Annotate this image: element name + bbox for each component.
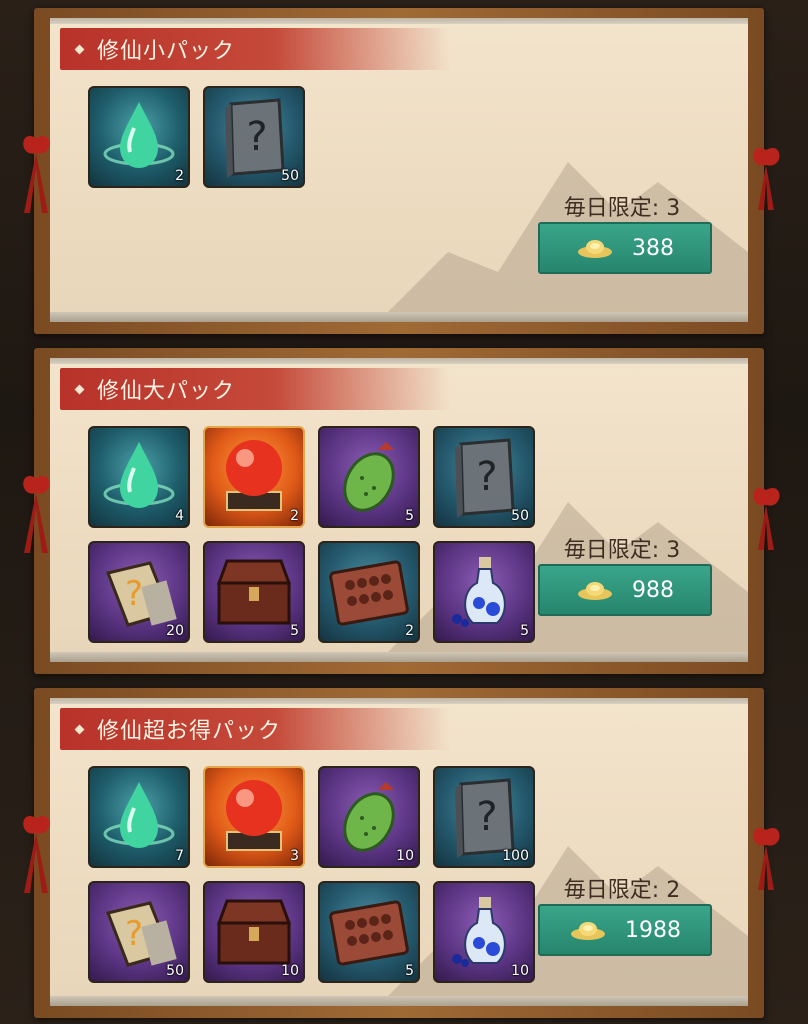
item-count: 2: [405, 623, 414, 639]
reward-item-slot[interactable]: 7: [88, 766, 190, 868]
reward-item-slot[interactable]: ? 20: [88, 541, 190, 643]
ribbon-knot-icon: [23, 475, 50, 553]
daily-limit-label: 毎日限定: 3: [563, 538, 681, 563]
buy-button[interactable]: 388: [538, 222, 712, 274]
daily-limit-label: 毎日限定: 2: [563, 878, 681, 903]
ribbon-knot-icon: [753, 147, 780, 210]
price-label: 388: [632, 235, 674, 261]
reward-item-slot[interactable]: 2: [203, 426, 305, 528]
gold-ingot-icon: [578, 240, 612, 258]
item-count: 3: [290, 848, 299, 864]
pack-title: 修仙小パック: [97, 39, 236, 64]
item-count: 2: [290, 508, 299, 524]
item-count: 5: [405, 963, 414, 979]
pack-paper: 修仙大パック 4 2 5? 50? 20 5 2 5 毎日限定: 3 988: [50, 358, 748, 662]
item-count: 50: [166, 963, 184, 979]
pack-panel-small: 修仙小パック 2? 50 毎日限定: 3 388: [34, 8, 764, 334]
item-count: 5: [520, 623, 529, 639]
gold-ingot-icon: [571, 922, 605, 940]
svg-text:?: ?: [125, 574, 143, 614]
reward-item-slot[interactable]: ? 100: [433, 766, 535, 868]
reward-item-slot[interactable]: 2: [318, 541, 420, 643]
item-grid: 2? 50: [88, 86, 535, 188]
item-grid: 7 3 10? 100? 50 10 5 10: [88, 766, 535, 983]
pack-title-bar: 修仙大パック: [60, 368, 450, 410]
reward-item-slot[interactable]: 5: [318, 881, 420, 983]
pack-paper: 修仙小パック 2? 50 毎日限定: 3 388: [50, 18, 748, 322]
ribbon-knot-icon: [753, 827, 780, 890]
svg-text:?: ?: [246, 114, 267, 160]
buy-button[interactable]: 1988: [538, 904, 712, 956]
item-count: 10: [511, 963, 529, 979]
reward-item-slot[interactable]: 10: [318, 766, 420, 868]
item-count: 5: [290, 623, 299, 639]
pack-title: 修仙大パック: [97, 379, 236, 404]
ribbon-knot-icon: [23, 815, 50, 893]
pack-title-bar: 修仙小パック: [60, 28, 450, 70]
item-count: 10: [281, 963, 299, 979]
item-grid: 4 2 5? 50? 20 5 2 5: [88, 426, 535, 643]
svg-text:?: ?: [476, 454, 497, 500]
reward-item-slot[interactable]: 10: [433, 881, 535, 983]
item-count: 7: [175, 848, 184, 864]
reward-item-slot[interactable]: 5: [433, 541, 535, 643]
diamond-icon: [74, 384, 85, 394]
pack-title-bar: 修仙超お得パック: [60, 708, 450, 750]
price-label: 988: [632, 577, 674, 603]
svg-text:?: ?: [125, 914, 143, 954]
pack-panel-large: 修仙大パック 4 2 5? 50? 20 5 2 5 毎日限定: 3 988: [34, 348, 764, 674]
diamond-icon: [74, 44, 85, 54]
pack-title: 修仙超お得パック: [97, 719, 282, 744]
reward-item-slot[interactable]: 10: [203, 881, 305, 983]
item-count: 50: [511, 508, 529, 524]
pack-panel-value: 修仙超お得パック 7 3 10? 100? 50 10 5 10 毎日限定: 2 1988: [34, 688, 764, 1018]
reward-item-slot[interactable]: 5: [203, 541, 305, 643]
reward-item-slot[interactable]: 4: [88, 426, 190, 528]
ribbon-knot-icon: [23, 135, 50, 213]
buy-button[interactable]: 988: [538, 564, 712, 616]
item-count: 10: [396, 848, 414, 864]
pack-paper: 修仙超お得パック 7 3 10? 100? 50 10 5 10 毎日限定: 2 1988: [50, 698, 748, 1006]
reward-item-slot[interactable]: ? 50: [88, 881, 190, 983]
item-count: 20: [166, 623, 184, 639]
svg-text:?: ?: [476, 794, 497, 840]
gold-ingot-icon: [578, 582, 612, 600]
reward-item-slot[interactable]: ? 50: [203, 86, 305, 188]
diamond-icon: [74, 724, 85, 734]
item-count: 5: [405, 508, 414, 524]
reward-item-slot[interactable]: 3: [203, 766, 305, 868]
reward-item-slot[interactable]: 2: [88, 86, 190, 188]
item-count: 2: [175, 168, 184, 184]
daily-limit-label: 毎日限定: 3: [563, 196, 681, 221]
reward-item-slot[interactable]: ? 50: [433, 426, 535, 528]
item-count: 50: [281, 168, 299, 184]
reward-item-slot[interactable]: 5: [318, 426, 420, 528]
ribbon-knot-icon: [753, 487, 780, 550]
item-count: 4: [175, 508, 184, 524]
item-count: 100: [502, 848, 529, 864]
price-label: 1988: [625, 917, 681, 943]
